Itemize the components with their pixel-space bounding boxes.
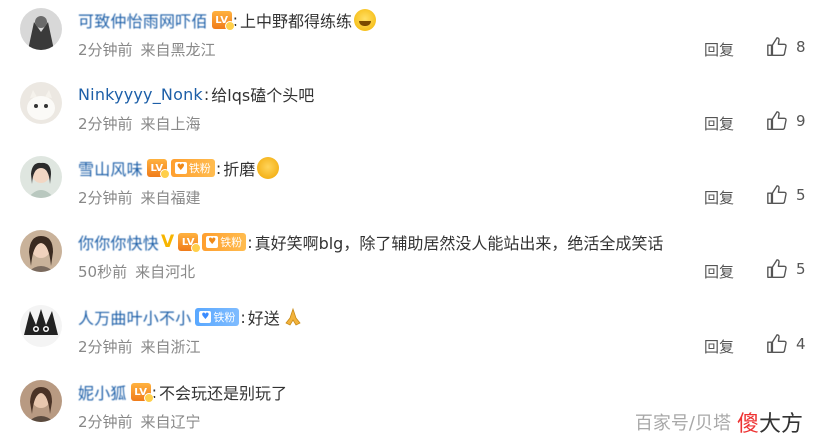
comment-text: 给lqs磕个头吧: [211, 86, 315, 105]
like-count: 8: [796, 38, 806, 56]
fan-badge: ♥ 铁粉: [170, 159, 215, 177]
comment-text: 折磨: [223, 160, 256, 179]
like-count: 9: [796, 112, 806, 130]
comment-time: 2分钟前: [78, 189, 133, 207]
level-badge-icon: LV: [130, 383, 154, 403]
username[interactable]: 人万曲叶小不小: [78, 305, 191, 329]
reply-button[interactable]: 回复: [704, 187, 734, 208]
watermark: 百家号/贝塔 傻大方: [635, 406, 803, 438]
comment-time: 2分钟前: [78, 338, 133, 356]
avatar[interactable]: [20, 230, 62, 272]
like-count: 5: [796, 260, 806, 278]
comment-text: 真好笑啊blg，除了辅助居然没人能站出来，绝活全成笑话: [254, 234, 664, 253]
level-badge-icon: LV: [178, 233, 202, 253]
comment-location: 来自上海: [140, 115, 201, 133]
comment-meta: 2分钟前 来自福建: [78, 187, 201, 208]
heart-icon: ♥: [199, 311, 212, 323]
logo-part-a: 傻: [736, 412, 759, 437]
like-button[interactable]: 9: [766, 110, 806, 132]
comment-text: 好送: [247, 309, 280, 328]
fan-badge-label: 铁粉: [220, 236, 243, 249]
comment-time: 50秒前: [78, 263, 128, 281]
username[interactable]: 可致仲怡雨网吓佰: [78, 8, 208, 32]
logo-part-b: 大方: [758, 412, 803, 437]
comment-item: 可致仲怡雨网吓佰 LV : 上中野都得练练 2分钟前 来自黑龙江 回复 8: [0, 0, 821, 74]
comment-header: 妮小狐 LV : 不会玩还是别玩了: [78, 378, 287, 406]
comment-text: 不会玩还是别玩了: [159, 384, 288, 403]
avatar[interactable]: [20, 8, 62, 50]
fan-badge-label: 铁粉: [188, 162, 211, 175]
comment-location: 来自浙江: [140, 338, 201, 356]
comment-location: 来自辽宁: [140, 413, 201, 431]
comment-meta: 2分钟前 来自黑龙江: [78, 39, 216, 60]
heart-icon: ♥: [174, 162, 187, 174]
laugh-crying-emoji-icon: [354, 9, 377, 31]
colon: :: [240, 307, 246, 327]
like-button[interactable]: 5: [766, 184, 806, 206]
thumbs-up-icon: [767, 185, 787, 204]
colon: :: [203, 84, 210, 104]
thumbs-up-icon: [767, 111, 787, 130]
comment-time: 2分钟前: [78, 413, 133, 431]
comment-header: 雪山风味 LV ♥ 铁粉 : 折磨: [78, 154, 280, 182]
site-logo: 傻大方: [737, 406, 803, 438]
reply-button[interactable]: 回复: [704, 261, 734, 282]
like-button[interactable]: 4: [766, 333, 806, 355]
reply-button[interactable]: 回复: [704, 336, 734, 357]
comment-item: Ninkyyyy_Nonk : 给lqs磕个头吧 2分钟前 来自上海 回复 9: [0, 74, 821, 148]
avatar[interactable]: [20, 156, 62, 198]
username[interactable]: 妮小狐: [78, 380, 127, 404]
comment-time: 2分钟前: [78, 115, 133, 133]
level-badge-icon: LV: [146, 159, 170, 179]
comment-location: 来自福建: [140, 189, 201, 207]
comment-meta: 2分钟前 来自浙江: [78, 336, 201, 357]
comment-meta: 50秒前 来自河北: [78, 261, 195, 282]
comment-header: 人万曲叶小不小 ♥ 铁粉 : 好送: [78, 303, 304, 331]
username[interactable]: 雪山风味: [78, 156, 143, 180]
thumbs-up-icon: [767, 37, 787, 56]
comment-meta: 2分钟前 来自上海: [78, 113, 201, 134]
comment-text: 上中野都得练练: [240, 12, 353, 31]
watermark-text: 百家号/贝塔: [634, 413, 731, 434]
comment-header: 可致仲怡雨网吓佰 LV : 上中野都得练练: [78, 6, 377, 34]
avatar[interactable]: [20, 305, 62, 347]
comment-location: 来自河北: [135, 263, 196, 281]
comment-item: 你你你快快 V LV ♥ 铁粉 : 真好笑啊blg，除了辅助居然没人能站出来，绝活…: [0, 222, 821, 296]
username[interactable]: 你你你快快: [78, 230, 159, 254]
comment-item: 人万曲叶小不小 ♥ 铁粉 : 好送 2分钟前 来自浙江 回复 4: [0, 297, 821, 371]
heart-icon: ♥: [206, 236, 219, 248]
thumbs-up-icon: [767, 259, 787, 278]
username[interactable]: Ninkyyyy_Nonk: [78, 85, 203, 104]
comment-location: 来自黑龙江: [140, 41, 216, 59]
like-count: 4: [796, 335, 806, 353]
fan-badge-label: 铁粉: [213, 311, 236, 324]
comment-time: 2分钟前: [78, 41, 133, 59]
pray-emoji-icon: [282, 306, 304, 328]
comment-header: Ninkyyyy_Nonk : 给lqs磕个头吧: [78, 80, 314, 108]
verified-v-icon: V: [161, 232, 175, 252]
comment-header: 你你你快快 V LV ♥ 铁粉 : 真好笑啊blg，除了辅助居然没人能站出来，绝活…: [78, 228, 663, 256]
avatar[interactable]: [20, 380, 62, 422]
fan-badge: ♥ 铁粉: [202, 233, 247, 251]
like-count: 5: [796, 186, 806, 204]
level-badge-icon: LV: [211, 11, 235, 31]
avatar[interactable]: [20, 82, 62, 124]
fan-badge: ♥ 铁粉: [195, 308, 240, 326]
reply-button[interactable]: 回复: [704, 113, 734, 134]
reply-button[interactable]: 回复: [704, 39, 734, 60]
colon: :: [215, 158, 222, 178]
colon: :: [247, 232, 253, 252]
comment-meta: 2分钟前 来自辽宁: [78, 411, 201, 432]
comment-item: 雪山风味 LV ♥ 铁粉 : 折磨 2分钟前 来自福建 回复 5: [0, 148, 821, 222]
hug-emoji-icon: [257, 157, 280, 179]
like-button[interactable]: 8: [766, 36, 806, 58]
thumbs-up-icon: [767, 334, 787, 353]
like-button[interactable]: 5: [766, 258, 806, 280]
